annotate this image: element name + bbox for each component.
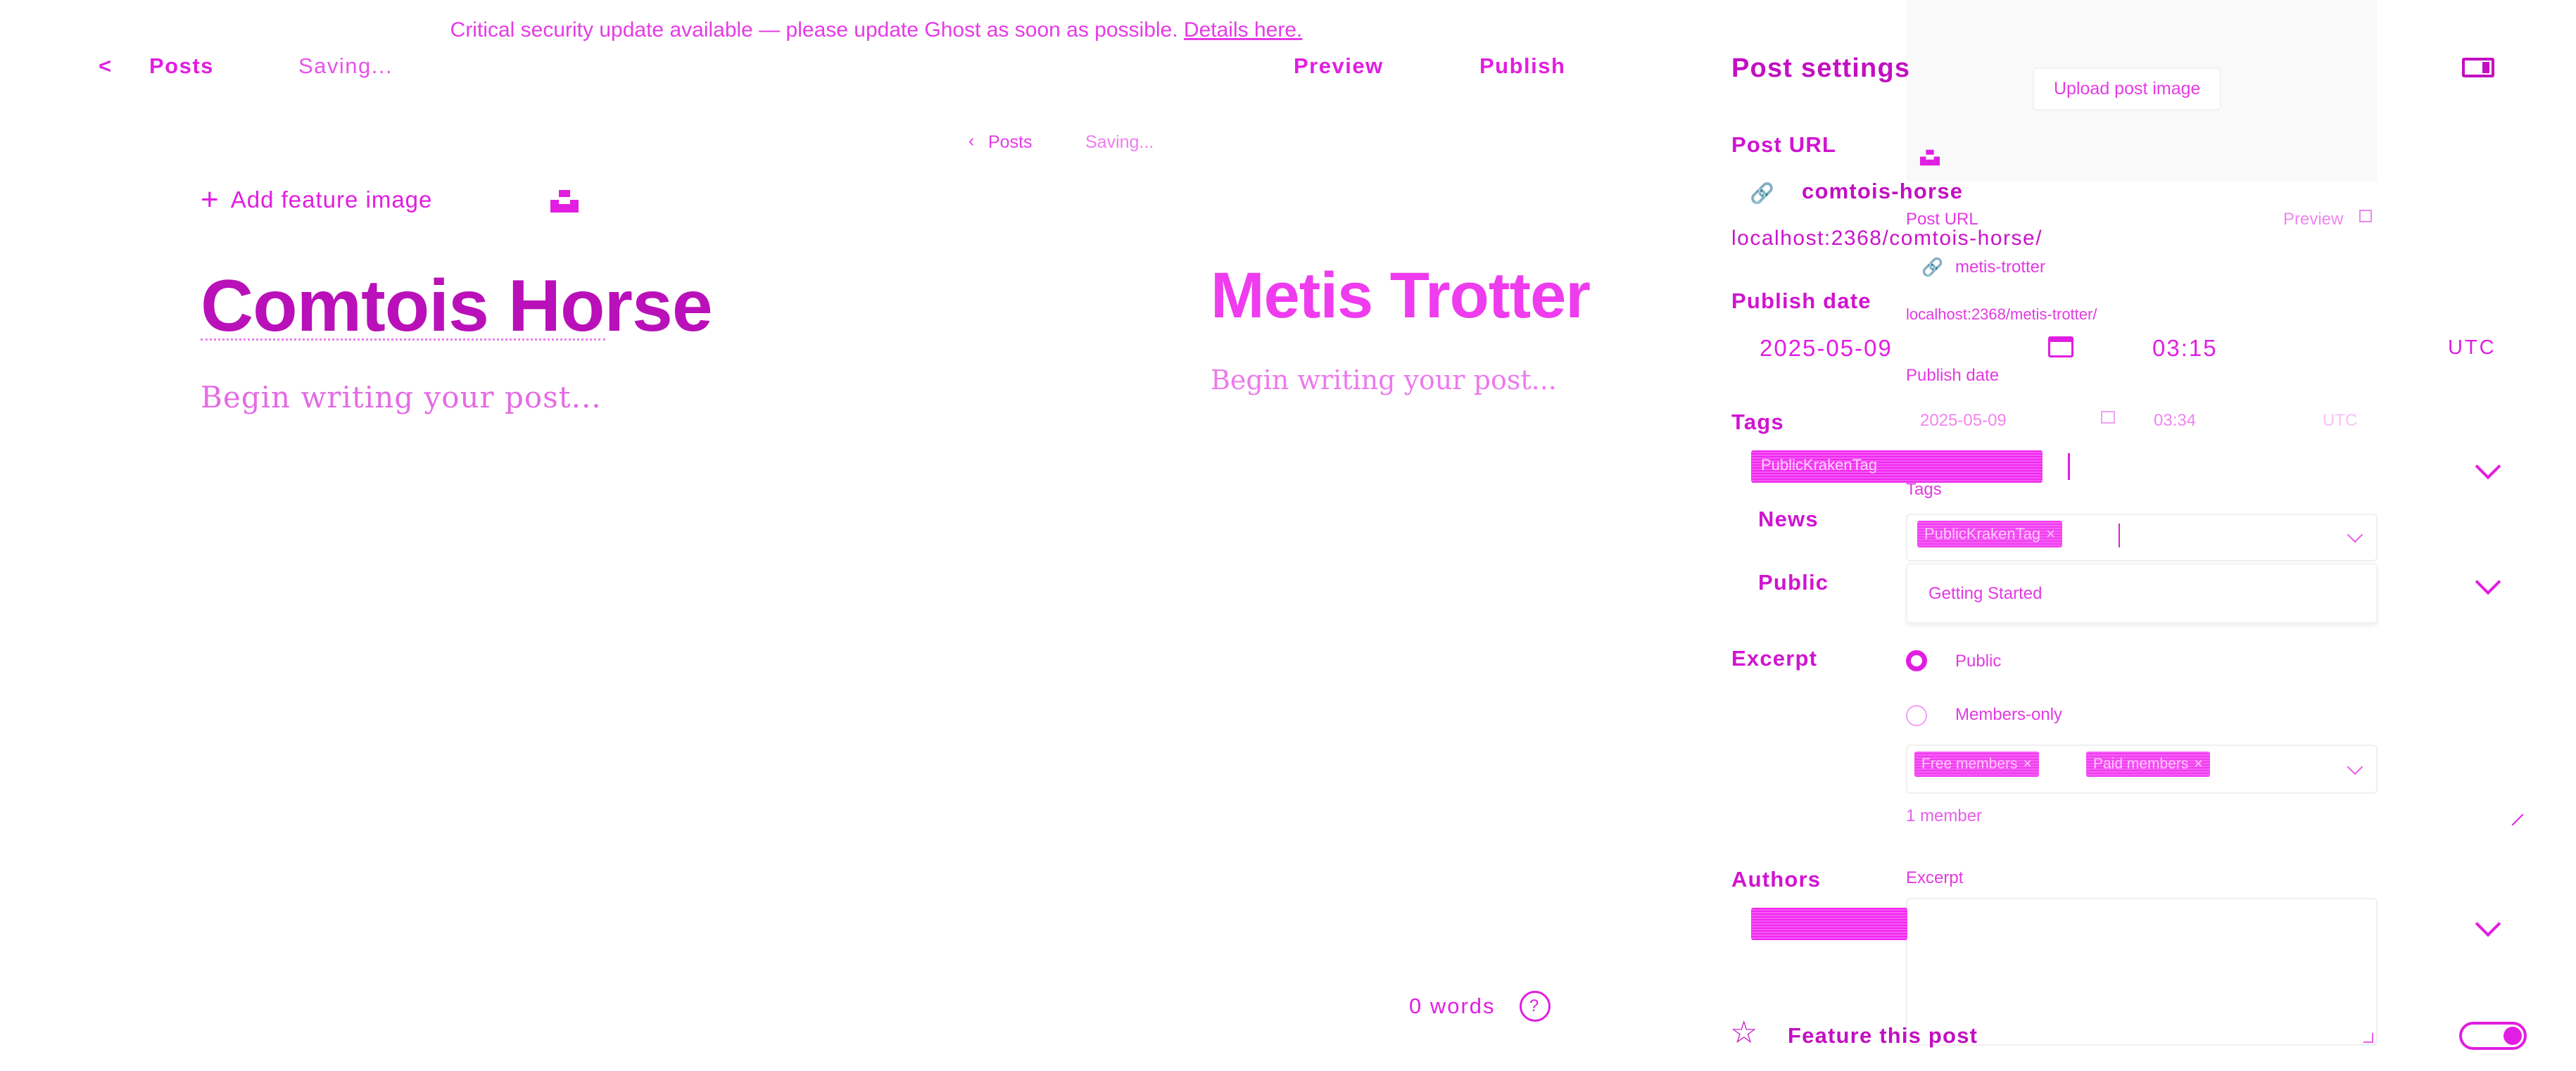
banner-text: Critical security update available — ple… <box>450 18 1178 42</box>
ghost-save-status: Saving... <box>1085 132 1154 152</box>
star-icon: ☆ <box>1730 1015 1758 1050</box>
tags-text-cursor <box>2068 453 2070 480</box>
sidebar-toggle-icon[interactable] <box>2462 58 2494 77</box>
ghost-time-field[interactable]: 03:34 <box>2154 411 2196 431</box>
feature-post-label: Feature this post <box>1788 1023 1978 1048</box>
ghost-publish-date-label: Publish date <box>1906 366 2000 385</box>
tags-label: Tags <box>1731 410 1784 434</box>
tier-free-label: Free members <box>1921 756 2018 772</box>
publish-date-label: Publish date <box>1731 289 1871 313</box>
preview-button[interactable]: Preview <box>1294 53 1384 79</box>
ghost-link-icon: 🔗 <box>1921 258 1944 277</box>
add-feature-image-button[interactable]: + Add feature image <box>201 184 432 215</box>
unsplash-icon[interactable] <box>550 190 579 216</box>
tag-pill[interactable]: PublicKrakenTag <box>1751 450 2043 483</box>
ghost-tag-pill-label: PublicKrakenTag <box>1924 525 2041 543</box>
authors-chevron-icon[interactable] <box>2475 911 2501 937</box>
add-feature-image-label: Add feature image <box>230 186 433 213</box>
ghost-upload-image-button[interactable]: Upload post image <box>2033 68 2222 110</box>
authors-label: Authors <box>1731 867 1821 892</box>
remove-tier-icon[interactable]: × <box>2194 756 2202 773</box>
ghost-radio-members[interactable] <box>1906 705 1927 726</box>
post-full-url: localhost:2368/comtois-horse/ <box>1731 227 2043 250</box>
help-icon[interactable]: ? <box>1519 991 1551 1022</box>
plus-icon: + <box>201 182 220 217</box>
ghost-radio-members-label: Members-only <box>1955 705 2063 724</box>
ghost-full-url: localhost:2368/metis-trotter/ <box>1906 305 2097 323</box>
tags-chevron-icon[interactable] <box>2475 453 2501 480</box>
post-slug-input[interactable]: comtois-horse <box>1802 179 1963 204</box>
visibility-select[interactable]: Public <box>1758 570 1829 595</box>
text-cursor <box>2119 524 2120 547</box>
word-count: 0 words <box>1409 994 1496 1018</box>
ghost-back-to-posts-link[interactable]: Posts <box>988 132 1033 153</box>
timezone-label: UTC <box>2448 336 2496 359</box>
ghost-back-chevron-icon[interactable]: ‹ <box>968 131 974 151</box>
tag-option-news[interactable]: News <box>1758 507 1819 532</box>
ghost-post-title: Metis Trotter <box>1211 260 1591 331</box>
ghost-excerpt-label: Excerpt <box>1906 868 1964 887</box>
ghost-tag-suggestion[interactable]: Getting Started <box>1928 584 2042 604</box>
ghost-radio-public-label: Public <box>1955 652 2002 671</box>
save-status: Saving... <box>298 53 393 78</box>
excerpt-label: Excerpt <box>1731 646 1818 671</box>
ghost-post-body-placeholder: Begin writing your post... <box>1211 365 1557 395</box>
ghost-date-field[interactable]: 2025-05-09 <box>1920 411 2007 431</box>
ghost-slug[interactable]: metis-trotter <box>1955 258 2045 277</box>
publish-date-input[interactable]: 2025-05-09 <box>1760 335 1893 362</box>
banner-details-link[interactable]: Details here. <box>1184 18 1302 42</box>
calendar-icon[interactable] <box>2048 336 2073 357</box>
publish-time-input[interactable]: 03:15 <box>2152 335 2218 362</box>
post-title[interactable]: Comtois Horse <box>201 266 713 346</box>
ghost-tags-label: Tags <box>1906 480 1942 499</box>
back-chevron-icon[interactable]: < <box>99 53 113 79</box>
ghost-calendar-icon[interactable] <box>2101 411 2115 424</box>
word-count-bar: 0 words ? <box>1409 991 1551 1022</box>
tier-pill-paid[interactable]: Paid members × <box>2086 752 2210 777</box>
tier-paid-label: Paid members <box>2093 756 2189 772</box>
post-body-placeholder[interactable]: Begin writing your post... <box>201 380 602 414</box>
ghost-preview-link[interactable]: Preview <box>2283 210 2343 229</box>
publish-button[interactable]: Publish <box>1479 53 1565 79</box>
post-url-label: Post URL <box>1731 132 1837 157</box>
visibility-chevron-icon[interactable] <box>2475 569 2501 595</box>
link-icon: 🔗 <box>1750 182 1774 204</box>
ghost-timezone: UTC <box>2323 411 2358 430</box>
feature-post-toggle[interactable] <box>2459 1022 2527 1050</box>
post-settings-title: Post settings <box>1731 53 1911 83</box>
tier-pill-free[interactable]: Free members × <box>1914 752 2039 777</box>
security-update-banner: Critical security update available — ple… <box>0 18 1753 42</box>
excerpt-resize-icon[interactable] <box>2511 813 2524 826</box>
back-to-posts-link[interactable]: Posts <box>149 53 214 79</box>
ghost-radio-public[interactable] <box>1906 650 1927 671</box>
ghost-tag-pill[interactable]: PublicKrakenTag × <box>1917 521 2062 547</box>
remove-tag-icon[interactable]: × <box>2046 525 2055 543</box>
ghost-unsplash-icon[interactable] <box>1920 149 1940 170</box>
remove-tier-icon[interactable]: × <box>2023 756 2032 773</box>
external-link-icon <box>2359 210 2372 222</box>
resize-handle-icon[interactable] <box>2363 1033 2373 1043</box>
tag-pill-label: PublicKrakenTag <box>1761 456 1878 474</box>
ghost-member-count: 1 member <box>1906 806 1983 825</box>
author-pill[interactable] <box>1751 908 1907 940</box>
